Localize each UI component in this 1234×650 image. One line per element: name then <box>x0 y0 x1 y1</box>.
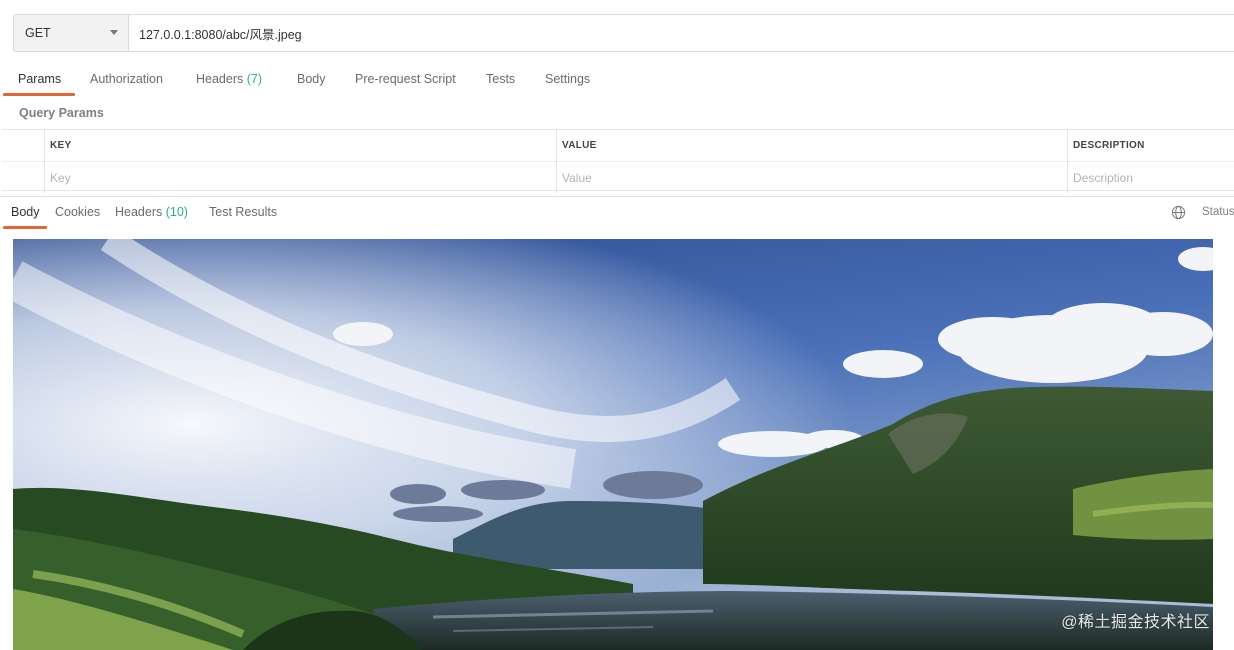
tab-params-underline <box>3 93 75 96</box>
landscape-image <box>13 239 1213 650</box>
table-check-cell <box>2 130 44 161</box>
key-input[interactable]: Key <box>44 162 556 193</box>
divider <box>0 196 1234 197</box>
url-input[interactable]: 127.0.0.1:8080/abc/风景.jpeg <box>128 14 1234 52</box>
tab-params[interactable]: Params <box>18 72 61 92</box>
response-tab-body-underline <box>3 226 47 229</box>
chevron-down-icon <box>110 30 118 35</box>
column-description: DESCRIPTION <box>1067 130 1234 161</box>
watermark-text: @稀土掘金技术社区 <box>1061 614 1210 631</box>
description-input[interactable]: Description <box>1067 162 1234 193</box>
tab-settings[interactable]: Settings <box>545 72 590 92</box>
globe-icon[interactable] <box>1171 205 1186 220</box>
query-params-title: Query Params <box>19 106 104 120</box>
response-status-label: Status <box>1202 206 1234 218</box>
tab-headers-label: Headers <box>196 72 244 86</box>
response-tab-cookies[interactable]: Cookies <box>55 205 100 219</box>
method-select[interactable]: GET <box>13 14 128 52</box>
tab-pre-request-script[interactable]: Pre-request Script <box>355 72 456 92</box>
response-image-preview <box>13 239 1213 650</box>
url-text: 127.0.0.1:8080/abc/风景.jpeg <box>139 27 302 42</box>
tab-headers-count: (7) <box>246 72 263 86</box>
value-input[interactable]: Value <box>556 162 1067 193</box>
row-check-cell <box>2 162 44 193</box>
column-key: KEY <box>44 130 556 161</box>
method-label: GET <box>25 26 51 40</box>
tab-authorization[interactable]: Authorization <box>90 72 163 92</box>
query-params-table: KEY VALUE DESCRIPTION Key Value Descript… <box>2 129 1234 193</box>
response-tab-headers-label: Headers <box>115 205 163 219</box>
tab-headers[interactable]: Headers (7) <box>196 72 262 92</box>
response-tab-test-results[interactable]: Test Results <box>209 205 277 219</box>
response-tab-headers-count: (10) <box>165 205 188 219</box>
tab-tests[interactable]: Tests <box>486 72 515 92</box>
table-row: Key Value Description <box>2 161 1234 193</box>
table-header-row: KEY VALUE DESCRIPTION <box>2 130 1234 161</box>
response-tab-headers[interactable]: Headers (10) <box>115 205 188 219</box>
tab-body[interactable]: Body <box>297 72 326 92</box>
response-tab-body[interactable]: Body <box>11 205 40 219</box>
column-value: VALUE <box>556 130 1067 161</box>
